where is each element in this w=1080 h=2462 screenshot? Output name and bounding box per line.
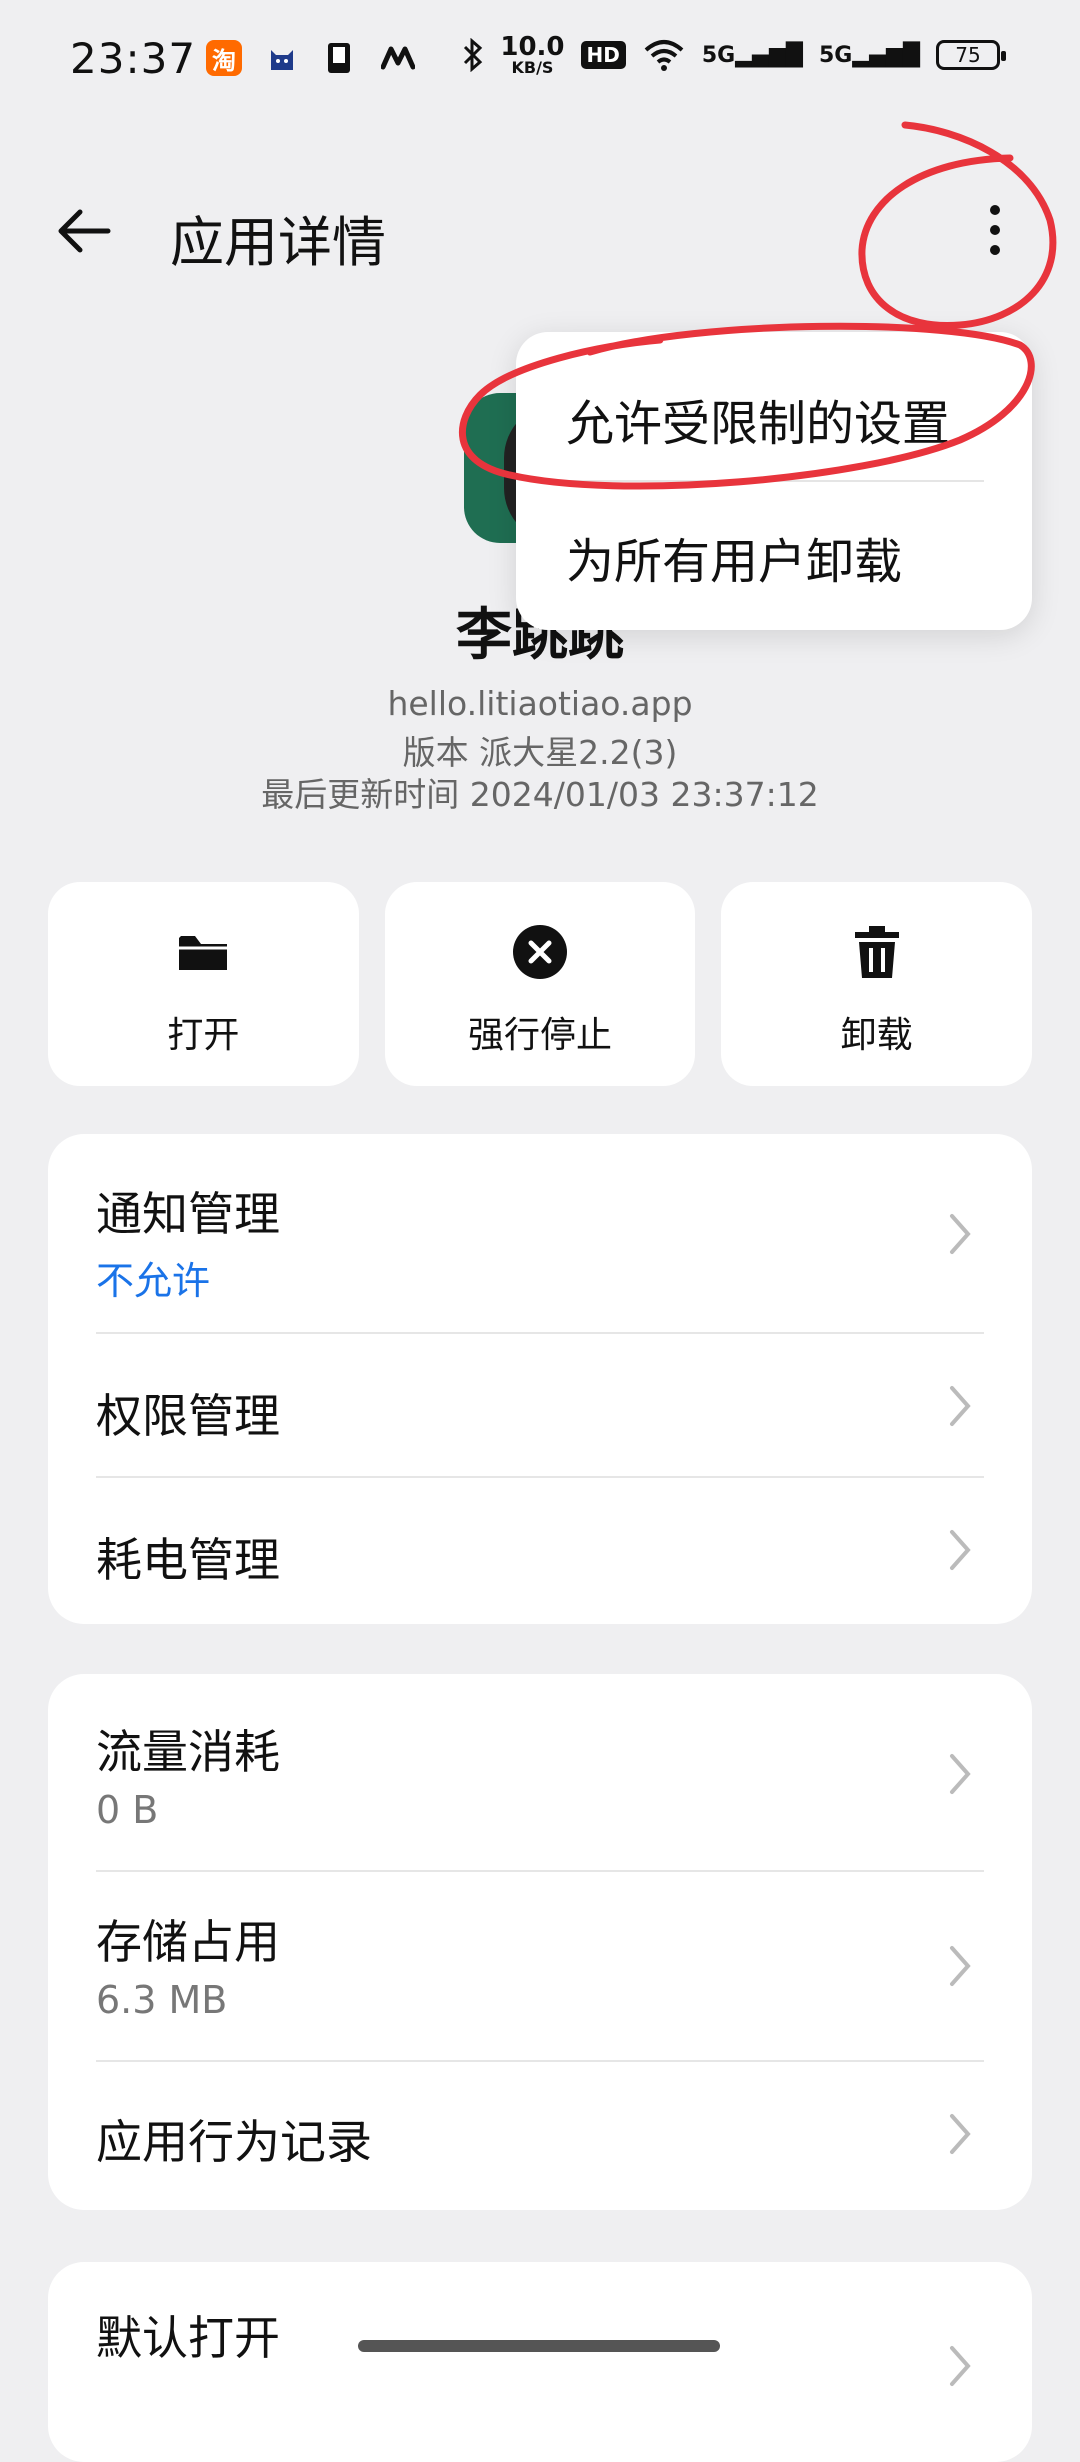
battery-icon: 75 xyxy=(936,40,1006,70)
action-buttons: 打开 强行停止 卸载 xyxy=(48,882,1033,1086)
system-icons: 10.0 KB/S HD 5G▂▄▆█ 5G▂▄▆█ 75 xyxy=(462,32,1006,77)
chevron-right-icon xyxy=(950,1530,971,1570)
settings-card-1: 通知管理 不允许 权限管理 耗电管理 xyxy=(48,1134,1032,1624)
storage-usage-value: 6.3 MB xyxy=(96,1978,228,2022)
uninstall-button[interactable]: 卸载 xyxy=(721,882,1033,1086)
battery-management-title: 耗电管理 xyxy=(96,1533,280,1587)
folder-icon xyxy=(179,936,228,970)
network-speed: 10.0 KB/S xyxy=(500,32,565,77)
menu-divider xyxy=(564,480,984,482)
app-behavior-record-title: 应用行为记录 xyxy=(96,2115,372,2169)
wifi-icon xyxy=(644,40,684,71)
bluetooth-icon xyxy=(464,38,483,72)
signal-5g-icon-2: 5G▂▄▆█ xyxy=(818,42,920,68)
app-package: hello.litiaotiao.app xyxy=(387,684,693,723)
chevron-right-icon xyxy=(950,1214,971,1254)
status-time: 23:37 xyxy=(70,34,197,83)
app-version: 版本 派大星2.2(3) xyxy=(402,733,678,772)
permission-management-row[interactable]: 权限管理 xyxy=(96,1334,984,1476)
permission-management-title: 权限管理 xyxy=(96,1389,280,1443)
menu-item-allow-restricted-settings[interactable]: 允许受限制的设置 xyxy=(566,384,950,454)
close-circle-icon xyxy=(513,925,567,979)
trash-icon xyxy=(854,926,899,978)
notification-status: 不允许 xyxy=(96,1259,211,1303)
open-button[interactable]: 打开 xyxy=(48,882,359,1086)
uninstall-button-label: 卸载 xyxy=(840,1015,913,1056)
more-options-button[interactable] xyxy=(980,200,1010,260)
page-title: 应用详情 xyxy=(170,211,386,274)
open-button-label: 打开 xyxy=(167,1015,240,1056)
m-icon xyxy=(380,40,416,76)
battery-management-row[interactable]: 耗电管理 xyxy=(96,1478,984,1624)
data-usage-row[interactable]: 流量消耗 0 B xyxy=(96,1674,984,1870)
app-updated-time: 最后更新时间 2024/01/03 23:37:12 xyxy=(261,775,819,814)
notification-management-title: 通知管理 xyxy=(96,1187,280,1241)
chevron-right-icon xyxy=(950,1754,971,1794)
force-stop-button-label: 强行停止 xyxy=(468,1015,613,1056)
chevron-right-icon xyxy=(950,1386,971,1426)
chevron-right-icon xyxy=(950,1946,971,1986)
phone-icon xyxy=(322,40,358,76)
settings-card-2: 流量消耗 0 B 存储占用 6.3 MB 应用行为记录 xyxy=(48,1674,1032,2210)
settings-card-3: 默认打开 xyxy=(48,2262,1032,2462)
back-button[interactable] xyxy=(50,196,120,266)
chevron-right-icon xyxy=(950,2114,971,2154)
status-bar: 23:37 淘 10.0 KB/S HD 5G▂▄▆█ 5G▂▄▆█ 75 xyxy=(0,0,1080,120)
signal-5g-icon: 5G▂▄▆█ xyxy=(701,42,803,68)
home-indicator[interactable] xyxy=(358,2340,720,2352)
more-vertical-icon xyxy=(990,205,1000,255)
arrow-left-icon xyxy=(58,209,111,253)
chevron-right-icon xyxy=(950,2346,971,2386)
taobao-icon: 淘 xyxy=(206,40,242,76)
default-open-row[interactable]: 默认打开 xyxy=(96,2262,984,2412)
overflow-popup-menu: 允许受限制的设置 为所有用户卸载 xyxy=(516,332,1032,630)
notification-icons: 淘 xyxy=(206,40,416,76)
default-open-title: 默认打开 xyxy=(96,2311,280,2365)
storage-usage-row[interactable]: 存储占用 6.3 MB xyxy=(96,1872,984,2060)
app-behavior-record-row[interactable]: 应用行为记录 xyxy=(96,2062,984,2210)
menu-item-uninstall-for-all-users[interactable]: 为所有用户卸载 xyxy=(566,522,902,592)
hd-icon: HD xyxy=(580,41,626,69)
data-usage-title: 流量消耗 xyxy=(96,1725,280,1779)
data-usage-value: 0 B xyxy=(96,1788,159,1832)
force-stop-button[interactable]: 强行停止 xyxy=(384,882,696,1086)
notification-management-row[interactable]: 通知管理 不允许 xyxy=(96,1134,984,1332)
storage-usage-title: 存储占用 xyxy=(96,1915,280,1969)
cat-icon xyxy=(264,40,300,76)
